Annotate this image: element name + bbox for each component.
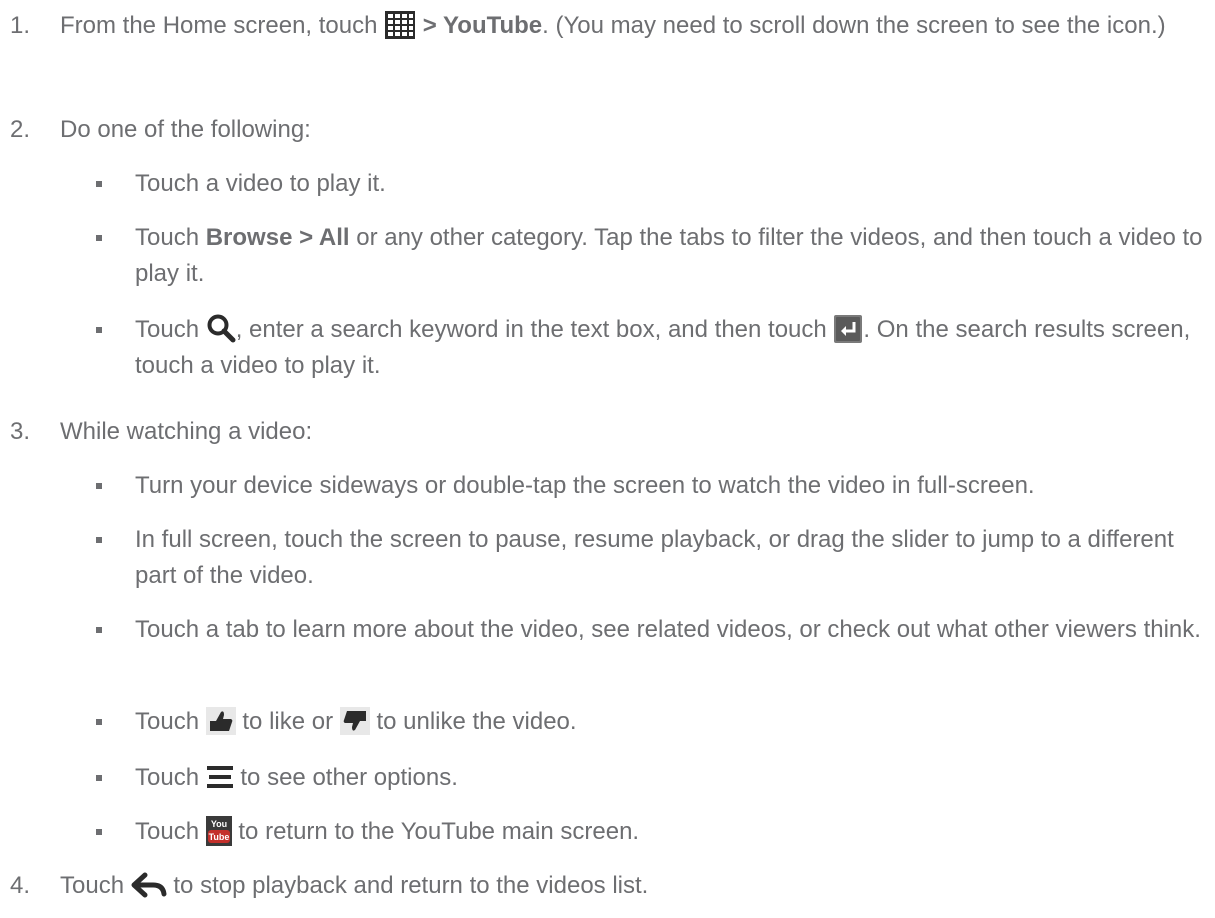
- bullet-item: Touch Browse > All or any other category…: [0, 220, 1215, 292]
- step-text: While watching a video:: [60, 418, 313, 445]
- bullet-text-part: Touch: [135, 224, 206, 251]
- bullet-square: [96, 327, 102, 333]
- bullet-text-part: Touch: [135, 316, 200, 343]
- search-icon: [206, 313, 236, 343]
- step-3: 3. While watching a video:: [0, 414, 1215, 450]
- step-number: 1.: [10, 12, 31, 39]
- step-number: 4.: [10, 872, 31, 899]
- bullet-text: Turn your device sideways or double-tap …: [135, 472, 1035, 499]
- bullet-square: [96, 235, 102, 241]
- bullet-item: Touch You Tube to return to the YouTube …: [0, 814, 1215, 850]
- step-1: 1. From the Home screen, touch > YouTube…: [0, 8, 1215, 80]
- bullet-item: Turn your device sideways or double-tap …: [0, 468, 1215, 504]
- back-icon: [131, 872, 167, 898]
- step-number: 3.: [10, 418, 31, 445]
- bullet-square: [96, 775, 102, 781]
- thumbs-down-icon: [339, 706, 370, 735]
- bullet-item: Touch to see other options.: [0, 760, 1215, 796]
- bullet-text-part: to like or: [242, 708, 334, 735]
- step-text-part: Touch: [60, 872, 125, 899]
- bullet-text-part: , enter a search keyword in the text box…: [235, 316, 827, 343]
- step-4: 4. Touch to stop playback and return to …: [0, 868, 1215, 904]
- bullet-item: Touch a video to play it.: [0, 166, 1215, 202]
- step-2: 2. Do one of the following:: [0, 112, 1215, 148]
- bullet-square: [96, 719, 102, 725]
- bullet-text-part: to unlike the video.: [376, 708, 577, 735]
- bullet-text: Touch a video to play it.: [135, 170, 386, 197]
- bullet-text-part: Touch: [135, 708, 200, 735]
- bullet-square: [96, 181, 102, 187]
- bullet-item: In full screen, touch the screen to paus…: [0, 522, 1215, 594]
- bullet-item: Touch to like or to unlike the video.: [0, 704, 1215, 740]
- step-number: 2.: [10, 116, 31, 143]
- bullet-text: Touch to see other options.: [135, 760, 1205, 796]
- bullet-text: Touch Browse > All or any other category…: [135, 220, 1205, 292]
- bullet-text: Touch a tab to learn more about the vide…: [135, 616, 1201, 643]
- step-text: Touch to stop playback and return to the…: [60, 868, 1200, 904]
- bullet-square: [96, 483, 102, 489]
- bullet-text-part: to see other options.: [240, 764, 458, 791]
- step-text-part: . (You may need to scroll down the scree…: [542, 12, 1166, 39]
- bullet-text-bold: Browse > All: [205, 224, 350, 251]
- bullet-item: Touch , enter a search keyword in the te…: [0, 312, 1215, 384]
- bullet-text: In full screen, touch the screen to paus…: [135, 526, 1174, 589]
- menu-icon: [206, 764, 234, 790]
- step-text: Do one of the following:: [60, 116, 311, 143]
- bullet-text-part: to return to the YouTube main screen.: [238, 818, 640, 845]
- apps-grid-icon: [384, 10, 416, 40]
- step-text-part: From the Home screen, touch: [60, 12, 378, 39]
- instructions-document: 1. From the Home screen, touch > YouTube…: [0, 0, 1215, 918]
- step-text-bold: > YouTube: [416, 12, 543, 39]
- youtube-icon: You Tube: [205, 815, 232, 846]
- youtube-icon-top: You: [211, 819, 227, 829]
- bullet-text-part: Touch: [135, 818, 200, 845]
- youtube-icon-bottom: Tube: [208, 832, 229, 842]
- bullet-text-part: Touch: [135, 764, 200, 791]
- bullet-square: [96, 627, 102, 633]
- enter-key-icon: [833, 314, 863, 344]
- bullet-square: [96, 829, 102, 835]
- bullet-text: Touch , enter a search keyword in the te…: [135, 312, 1205, 384]
- step-text-part: to stop playback and return to the video…: [173, 872, 649, 899]
- bullet-text: Touch You Tube to return to the YouTube …: [135, 814, 1205, 850]
- bullet-square: [96, 537, 102, 543]
- bullet-text: Touch to like or to unlike the video.: [135, 704, 1205, 740]
- step-text: From the Home screen, touch > YouTube. (…: [60, 8, 1200, 44]
- thumbs-up-icon: [205, 706, 236, 735]
- bullet-item: Touch a tab to learn more about the vide…: [0, 612, 1215, 684]
